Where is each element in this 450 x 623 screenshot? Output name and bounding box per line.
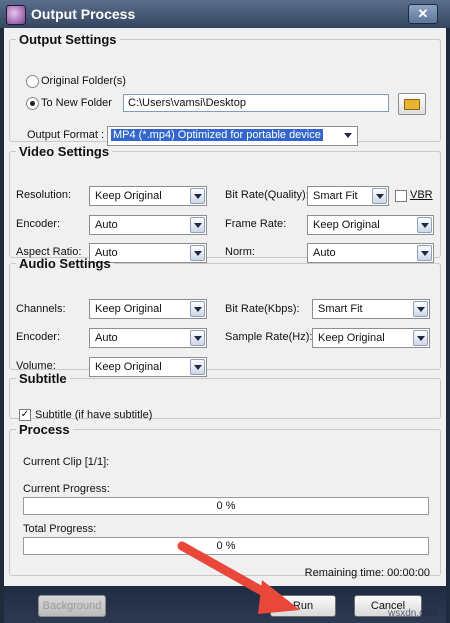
sample-rate-value: Keep Original (318, 332, 385, 344)
total-progress-bar: 0 % (23, 537, 429, 555)
chevron-down-icon[interactable] (341, 128, 356, 144)
output-format-select[interactable]: MP4 (*.mp4) Optimized for portable devic… (107, 126, 358, 146)
chevron-down-icon[interactable] (190, 188, 205, 204)
output-settings-legend: Output Settings (19, 32, 117, 47)
total-progress-value: 0 % (216, 540, 236, 552)
video-bitrate-select[interactable]: Smart Fit (307, 186, 389, 206)
video-bitrate-label: Bit Rate(Quality): (225, 189, 309, 201)
channels-label: Channels: (16, 303, 66, 315)
frame-rate-value: Keep Original (313, 219, 380, 231)
sample-rate-select[interactable]: Keep Original (312, 328, 430, 348)
window-title: Output Process (31, 6, 136, 22)
vbr-label: VBR (410, 189, 433, 201)
original-folder-radio[interactable] (26, 75, 39, 88)
current-progress-bar: 0 % (23, 497, 429, 515)
watermark: wsxdn.com (387, 608, 438, 619)
folder-path-input[interactable]: C:\Users\vamsi\Desktop (123, 94, 389, 112)
video-bitrate-value: Smart Fit (313, 190, 358, 202)
frame-rate-select[interactable]: Keep Original (307, 215, 434, 235)
background-button[interactable]: Background (38, 595, 106, 617)
audio-bitrate-value: Smart Fit (318, 303, 363, 315)
video-encoder-label: Encoder: (16, 218, 61, 230)
video-encoder-value: Auto (95, 219, 118, 231)
audio-settings-group: Audio Settings Channels: Keep Original E… (9, 256, 441, 377)
chevron-down-icon[interactable] (413, 301, 428, 317)
audio-settings-legend: Audio Settings (19, 256, 111, 271)
video-settings-group: Video Settings Resolution: Keep Original… (9, 144, 441, 263)
subtitle-group: Subtitle ✓ Subtitle (if have subtitle) (9, 371, 441, 421)
button-bar: Background Run Cancel wsxdn.com (4, 586, 446, 623)
output-settings-group: Output Settings Original Folder(s) To Ne… (9, 32, 441, 146)
audio-encoder-label: Encoder: (16, 331, 61, 343)
audio-encoder-value: Auto (95, 332, 118, 344)
output-format-value: MP4 (*.mp4) Optimized for portable devic… (111, 129, 323, 141)
folder-open-icon (404, 99, 420, 110)
resolution-select[interactable]: Keep Original (89, 186, 207, 206)
vbr-checkbox[interactable] (395, 190, 407, 202)
output-process-window: Output Process ✕ Output Settings Origina… (0, 0, 450, 623)
current-progress-value: 0 % (216, 500, 236, 512)
original-folder-label: Original Folder(s) (41, 75, 126, 87)
output-format-label: Output Format : (27, 129, 105, 141)
title-bar[interactable]: Output Process ✕ (0, 0, 450, 28)
channels-value: Keep Original (95, 303, 162, 315)
current-progress-label: Current Progress: (23, 483, 110, 495)
channels-select[interactable]: Keep Original (89, 299, 207, 319)
run-button[interactable]: Run (270, 595, 336, 617)
audio-bitrate-select[interactable]: Smart Fit (312, 299, 430, 319)
process-legend: Process (19, 422, 70, 437)
close-button[interactable]: ✕ (408, 4, 438, 24)
subtitle-legend: Subtitle (19, 371, 67, 386)
resolution-value: Keep Original (95, 190, 162, 202)
chevron-down-icon[interactable] (190, 301, 205, 317)
dialog-body: Output Settings Original Folder(s) To Ne… (4, 28, 446, 586)
total-progress-label: Total Progress: (23, 523, 97, 535)
current-clip-label: Current Clip [1/1]: (23, 456, 110, 468)
video-encoder-select[interactable]: Auto (89, 215, 207, 235)
app-logo-icon (6, 5, 26, 25)
sample-rate-label: Sample Rate(Hz): (225, 331, 313, 343)
audio-bitrate-label: Bit Rate(Kbps): (225, 303, 300, 315)
remaining-time: Remaining time: 00:00:00 (304, 567, 430, 579)
chevron-down-icon[interactable] (417, 217, 432, 233)
chevron-down-icon[interactable] (372, 188, 387, 204)
to-new-folder-label: To New Folder (41, 97, 112, 109)
subtitle-checkbox[interactable]: ✓ (19, 409, 31, 421)
chevron-down-icon[interactable] (413, 330, 428, 346)
resolution-label: Resolution: (16, 189, 72, 201)
chevron-down-icon[interactable] (190, 217, 205, 233)
to-new-folder-radio[interactable] (26, 97, 39, 110)
browse-folder-button[interactable] (398, 93, 426, 115)
subtitle-checkbox-label: Subtitle (if have subtitle) (35, 409, 153, 421)
chevron-down-icon[interactable] (190, 330, 205, 346)
frame-rate-label: Frame Rate: (225, 218, 287, 230)
process-group: Process Current Clip [1/1]: Current Prog… (9, 422, 441, 579)
audio-encoder-select[interactable]: Auto (89, 328, 207, 348)
video-settings-legend: Video Settings (19, 144, 110, 159)
